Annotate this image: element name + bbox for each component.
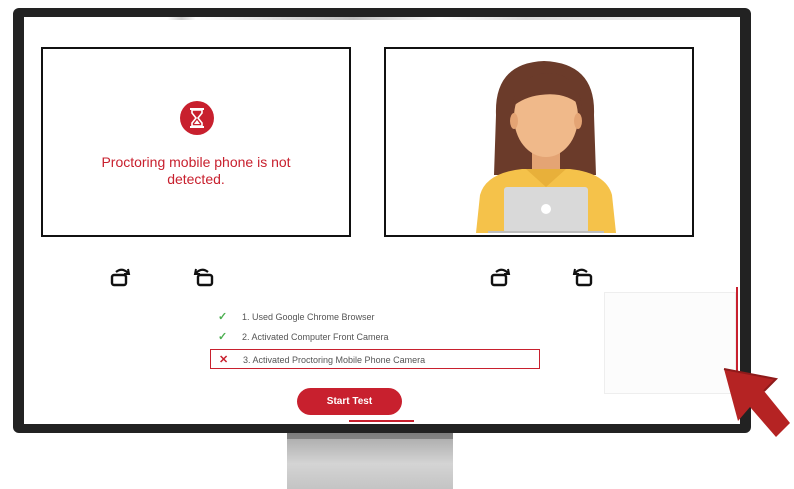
monitor-stand xyxy=(287,433,453,489)
checklist-item-front-camera: ✓ 2. Activated Computer Front Camera xyxy=(210,327,540,347)
top-strip xyxy=(24,17,740,20)
monitor-screen: Proctoring mobile phone is not detected. xyxy=(24,17,740,424)
checklist-item-mobile-camera: ✕ 3. Activated Proctoring Mobile Phone C… xyxy=(210,349,540,369)
check-icon: ✓ xyxy=(218,331,228,343)
cross-icon: ✕ xyxy=(219,354,229,366)
hourglass-icon xyxy=(180,101,214,135)
start-underline xyxy=(349,420,414,422)
camera-status-message: Proctoring mobile phone is not detected. xyxy=(101,154,291,187)
mobile-camera-panel: Proctoring mobile phone is not detected. xyxy=(41,47,351,237)
checklist-item-label: 2. Activated Computer Front Camera xyxy=(242,332,389,342)
rotate-right-icon[interactable] xyxy=(190,265,216,291)
rotate-right-icon[interactable] xyxy=(569,265,595,291)
checklist-item-chrome: ✓ 1. Used Google Chrome Browser xyxy=(210,307,540,327)
start-test-button[interactable]: Start Test xyxy=(297,388,402,415)
avatar-illustration xyxy=(476,61,616,233)
check-icon: ✓ xyxy=(218,311,228,323)
rotate-left-icon[interactable] xyxy=(108,265,134,291)
checklist-item-label: 3. Activated Proctoring Mobile Phone Cam… xyxy=(243,355,426,365)
side-panel xyxy=(604,292,736,394)
requirements-checklist: ✓ 1. Used Google Chrome Browser ✓ 2. Act… xyxy=(210,307,540,369)
stand-shadow xyxy=(287,433,453,439)
rotate-left-icon[interactable] xyxy=(488,265,514,291)
checklist-item-label: 1. Used Google Chrome Browser xyxy=(242,312,375,322)
front-camera-panel xyxy=(384,47,694,237)
cursor-arrow-icon xyxy=(723,368,790,437)
